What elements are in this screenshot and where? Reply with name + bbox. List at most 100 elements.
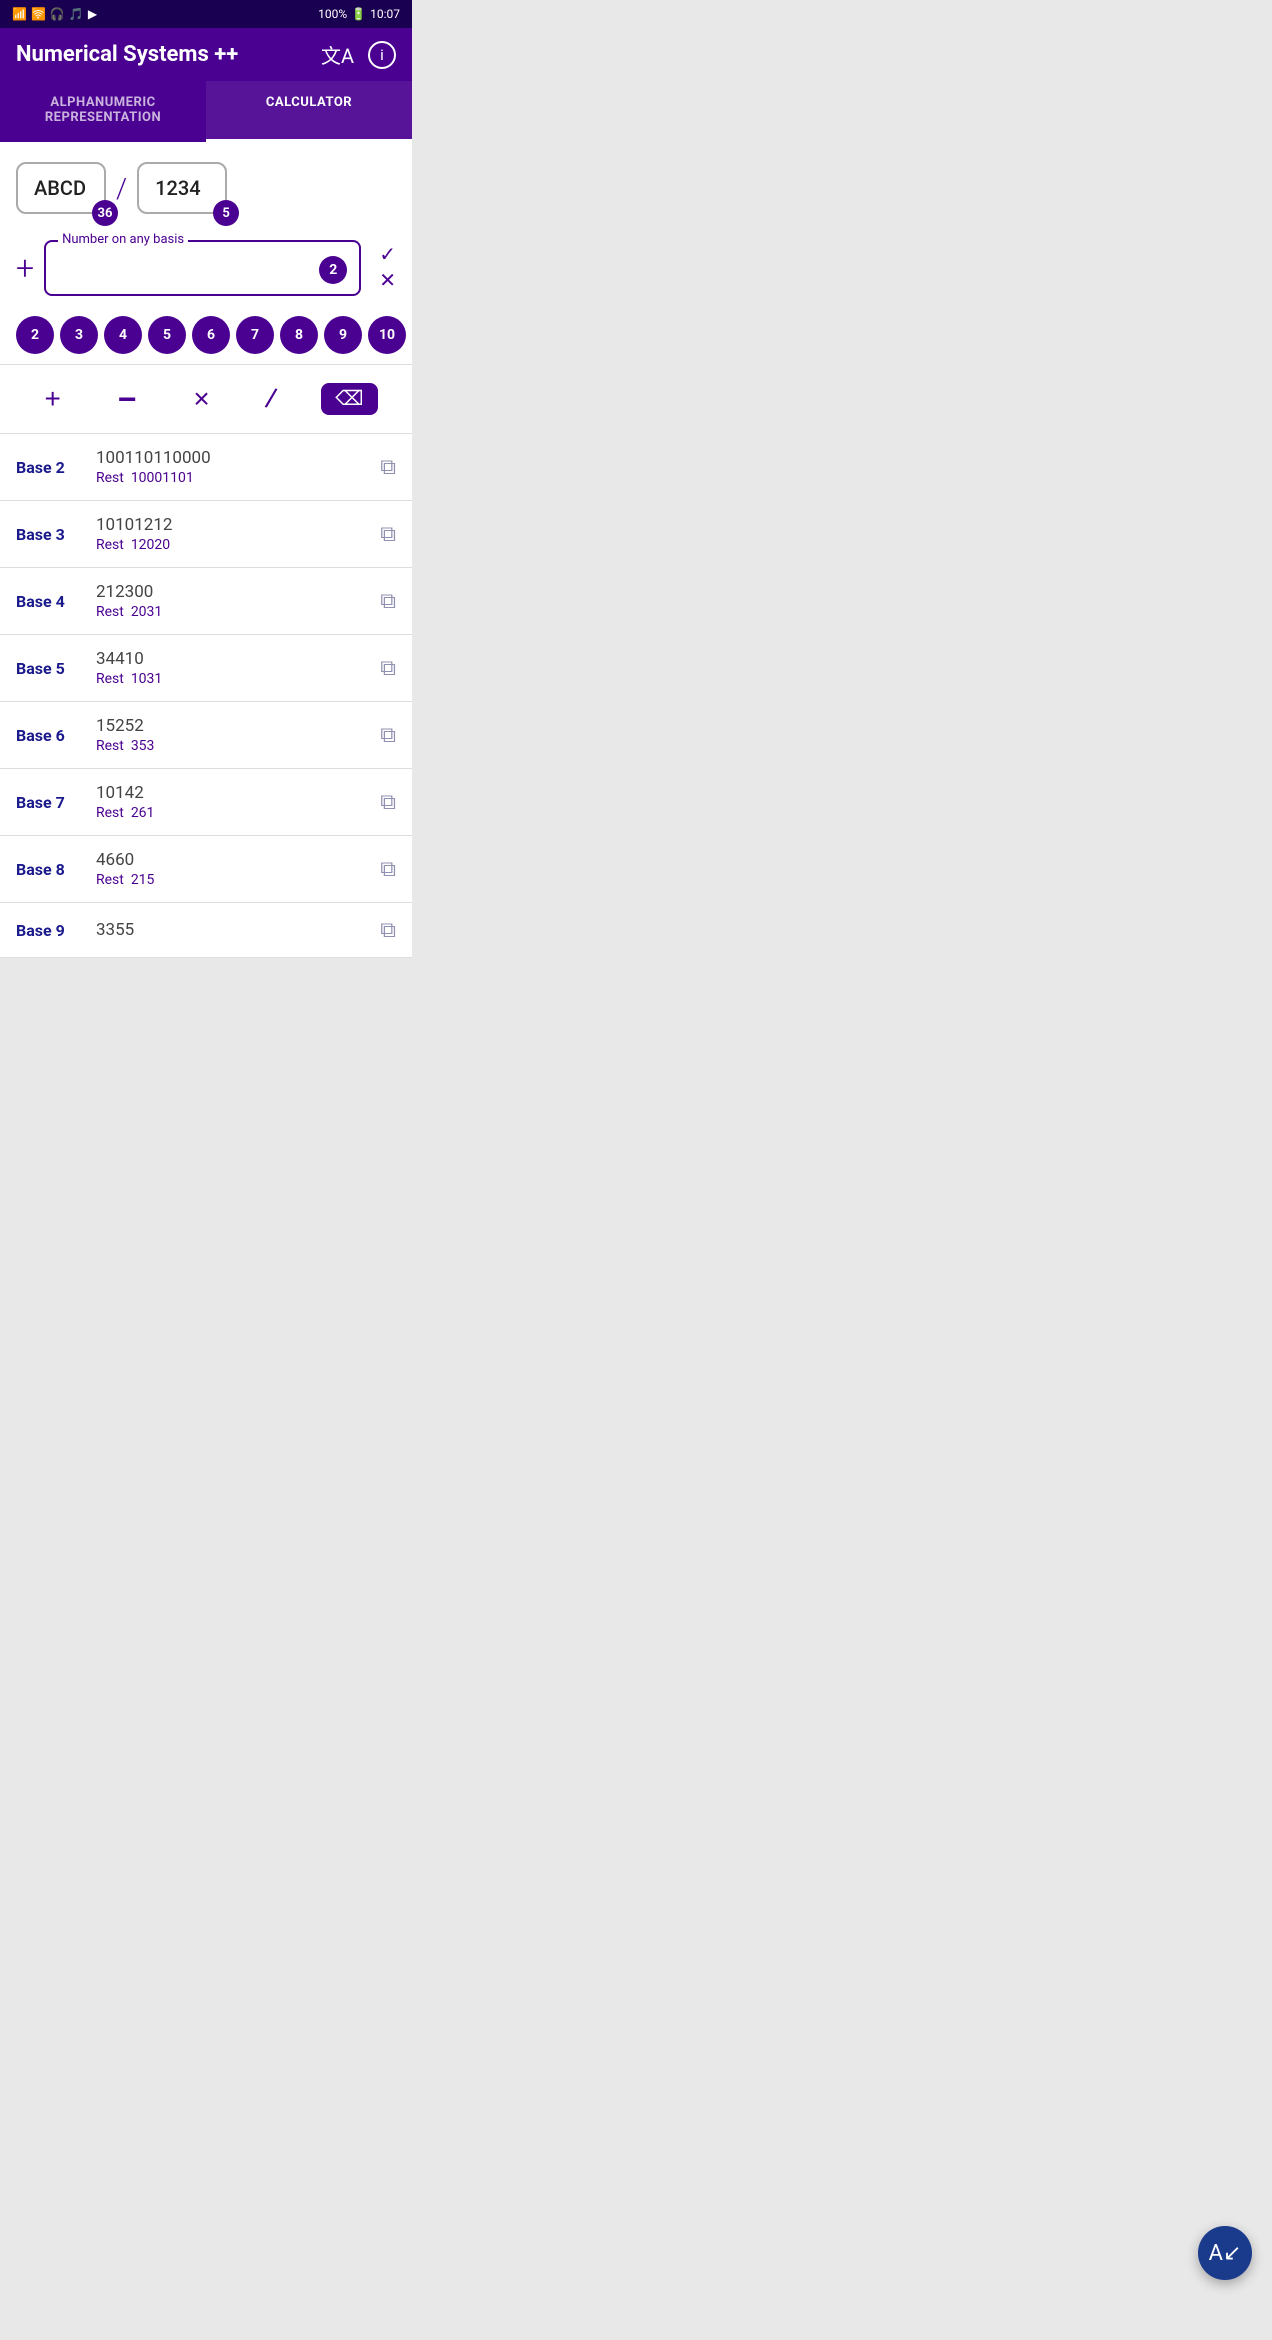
- copy-button-4[interactable]: ⧉: [380, 588, 396, 614]
- left-input-badge: 36: [92, 200, 118, 226]
- result-base3: Base 3 10101212 Rest 12020 ⧉: [0, 501, 412, 568]
- copy-button-2[interactable]: ⧉: [380, 454, 396, 480]
- result-main-3: 10101212: [96, 515, 370, 535]
- base-pill-8[interactable]: 8: [280, 316, 318, 354]
- result-base5: Base 5 34410 Rest 1031 ⧉: [0, 635, 412, 702]
- result-rest-3: Rest 12020: [96, 537, 370, 553]
- base-pill-2[interactable]: 2: [16, 316, 54, 354]
- wifi-icon: 🛜: [31, 7, 46, 21]
- basis-badge: 2: [319, 256, 347, 284]
- result-rest-4: Rest 2031: [96, 604, 370, 620]
- signal-icon: 📶: [12, 7, 27, 21]
- base-pill-10[interactable]: 10: [368, 316, 406, 354]
- status-left: 📶 🛜 🎧 🎵 ▶: [12, 7, 97, 21]
- backspace-button[interactable]: ⌫: [321, 383, 377, 415]
- left-input-wrapper: ABCD 36: [16, 162, 106, 214]
- result-rest-8: Rest 215: [96, 872, 370, 888]
- basis-confirm-button[interactable]: ✓: [379, 245, 396, 265]
- copy-button-7[interactable]: ⧉: [380, 789, 396, 815]
- clock: 10:07: [370, 7, 400, 21]
- operator-row: + − × / ⌫: [0, 365, 412, 433]
- result-base8: Base 8 4660 Rest 215 ⧉: [0, 836, 412, 903]
- result-values-5: 34410 Rest 1031: [96, 649, 370, 687]
- result-main-9: 3355: [96, 920, 370, 940]
- result-rest-7: Rest 261: [96, 805, 370, 821]
- op-add-button[interactable]: +: [34, 381, 70, 417]
- play-icon: ▶: [88, 7, 97, 21]
- translate-icon[interactable]: 文A: [321, 40, 354, 69]
- result-main-5: 34410: [96, 649, 370, 669]
- result-main-7: 10142: [96, 783, 370, 803]
- copy-button-8[interactable]: ⧉: [380, 856, 396, 882]
- op-mul-button[interactable]: ×: [183, 381, 219, 417]
- add-basis-button[interactable]: +: [16, 249, 34, 287]
- main-content: ABCD 36 / 1234 5 + Number on any basis 2…: [0, 142, 412, 958]
- base-pills: 2 3 4 5 6 7 8 9 10 11 12 …: [0, 306, 412, 364]
- info-icon[interactable]: i: [368, 41, 396, 69]
- basis-row: + Number on any basis 2 ✓ ✕: [0, 224, 412, 306]
- base-pill-6[interactable]: 6: [192, 316, 230, 354]
- result-values-2: 100110110000 Rest 10001101: [96, 448, 370, 486]
- base-pill-3[interactable]: 3: [60, 316, 98, 354]
- headphone-icon: 🎧: [50, 7, 65, 21]
- result-main-8: 4660: [96, 850, 370, 870]
- top-input-row: ABCD 36 / 1234 5: [0, 142, 412, 224]
- base-label-9: Base 9: [16, 921, 86, 940]
- result-values-8: 4660 Rest 215: [96, 850, 370, 888]
- backspace-icon: ⌫: [335, 389, 363, 409]
- app-title: Numerical Systems ++: [16, 42, 238, 67]
- fab-button[interactable]: A↙: [1198, 2226, 1252, 2280]
- base-pill-5[interactable]: 5: [148, 316, 186, 354]
- result-main-4: 212300: [96, 582, 370, 602]
- basis-label: Number on any basis: [58, 232, 188, 247]
- result-main-6: 15252: [96, 716, 370, 736]
- result-values-7: 10142 Rest 261: [96, 783, 370, 821]
- result-values-9: 3355: [96, 920, 370, 940]
- result-base2: Base 2 100110110000 Rest 10001101 ⧉: [0, 434, 412, 501]
- result-values-3: 10101212 Rest 12020: [96, 515, 370, 553]
- base-label-2: Base 2: [16, 458, 86, 477]
- audio-icon: 🎵: [69, 7, 84, 21]
- right-input-wrapper: 1234 5: [137, 162, 227, 214]
- result-base4: Base 4 212300 Rest 2031 ⧉: [0, 568, 412, 635]
- copy-button-6[interactable]: ⧉: [380, 722, 396, 748]
- result-base9: Base 9 3355 ⧉: [0, 903, 412, 958]
- copy-button-5[interactable]: ⧉: [380, 655, 396, 681]
- fab-icon: A↙: [1209, 2241, 1242, 2266]
- status-right: 100% 🔋 10:07: [318, 7, 400, 21]
- base-label-3: Base 3: [16, 525, 86, 544]
- base-label-7: Base 7: [16, 793, 86, 812]
- battery-percent: 100%: [318, 7, 347, 21]
- copy-button-9[interactable]: ⧉: [380, 917, 396, 943]
- result-rest-5: Rest 1031: [96, 671, 370, 687]
- basis-actions: ✓ ✕: [371, 245, 396, 291]
- base-pill-7[interactable]: 7: [236, 316, 274, 354]
- base-pill-9[interactable]: 9: [324, 316, 362, 354]
- tab-alphanumeric[interactable]: ALPHANUMERICREPRESENTATION: [0, 81, 206, 142]
- right-input-badge: 5: [213, 200, 239, 226]
- result-values-6: 15252 Rest 353: [96, 716, 370, 754]
- result-base6: Base 6 15252 Rest 353 ⧉: [0, 702, 412, 769]
- basis-cancel-button[interactable]: ✕: [379, 271, 396, 291]
- app-header: Numerical Systems ++ 文A i: [0, 28, 412, 81]
- base-label-8: Base 8: [16, 860, 86, 879]
- basis-input-inner: 2: [58, 256, 347, 284]
- result-base7: Base 7 10142 Rest 261 ⧉: [0, 769, 412, 836]
- result-main-2: 100110110000: [96, 448, 370, 468]
- slash-divider: /: [116, 172, 127, 205]
- tab-bar: ALPHANUMERICREPRESENTATION CALCULATOR: [0, 81, 412, 142]
- result-values-4: 212300 Rest 2031: [96, 582, 370, 620]
- tab-calculator[interactable]: CALCULATOR: [206, 81, 412, 142]
- op-sub-button[interactable]: −: [108, 379, 147, 419]
- battery-icon: 🔋: [351, 7, 366, 21]
- result-rest-2: Rest 10001101: [96, 470, 370, 486]
- copy-button-3[interactable]: ⧉: [380, 521, 396, 547]
- base-label-5: Base 5: [16, 659, 86, 678]
- result-rest-6: Rest 353: [96, 738, 370, 754]
- op-div-button[interactable]: /: [252, 378, 288, 420]
- base-label-4: Base 4: [16, 592, 86, 611]
- base-label-6: Base 6: [16, 726, 86, 745]
- base-pill-4[interactable]: 4: [104, 316, 142, 354]
- results-list: Base 2 100110110000 Rest 10001101 ⧉ Base…: [0, 434, 412, 958]
- basis-input-field[interactable]: [58, 256, 319, 284]
